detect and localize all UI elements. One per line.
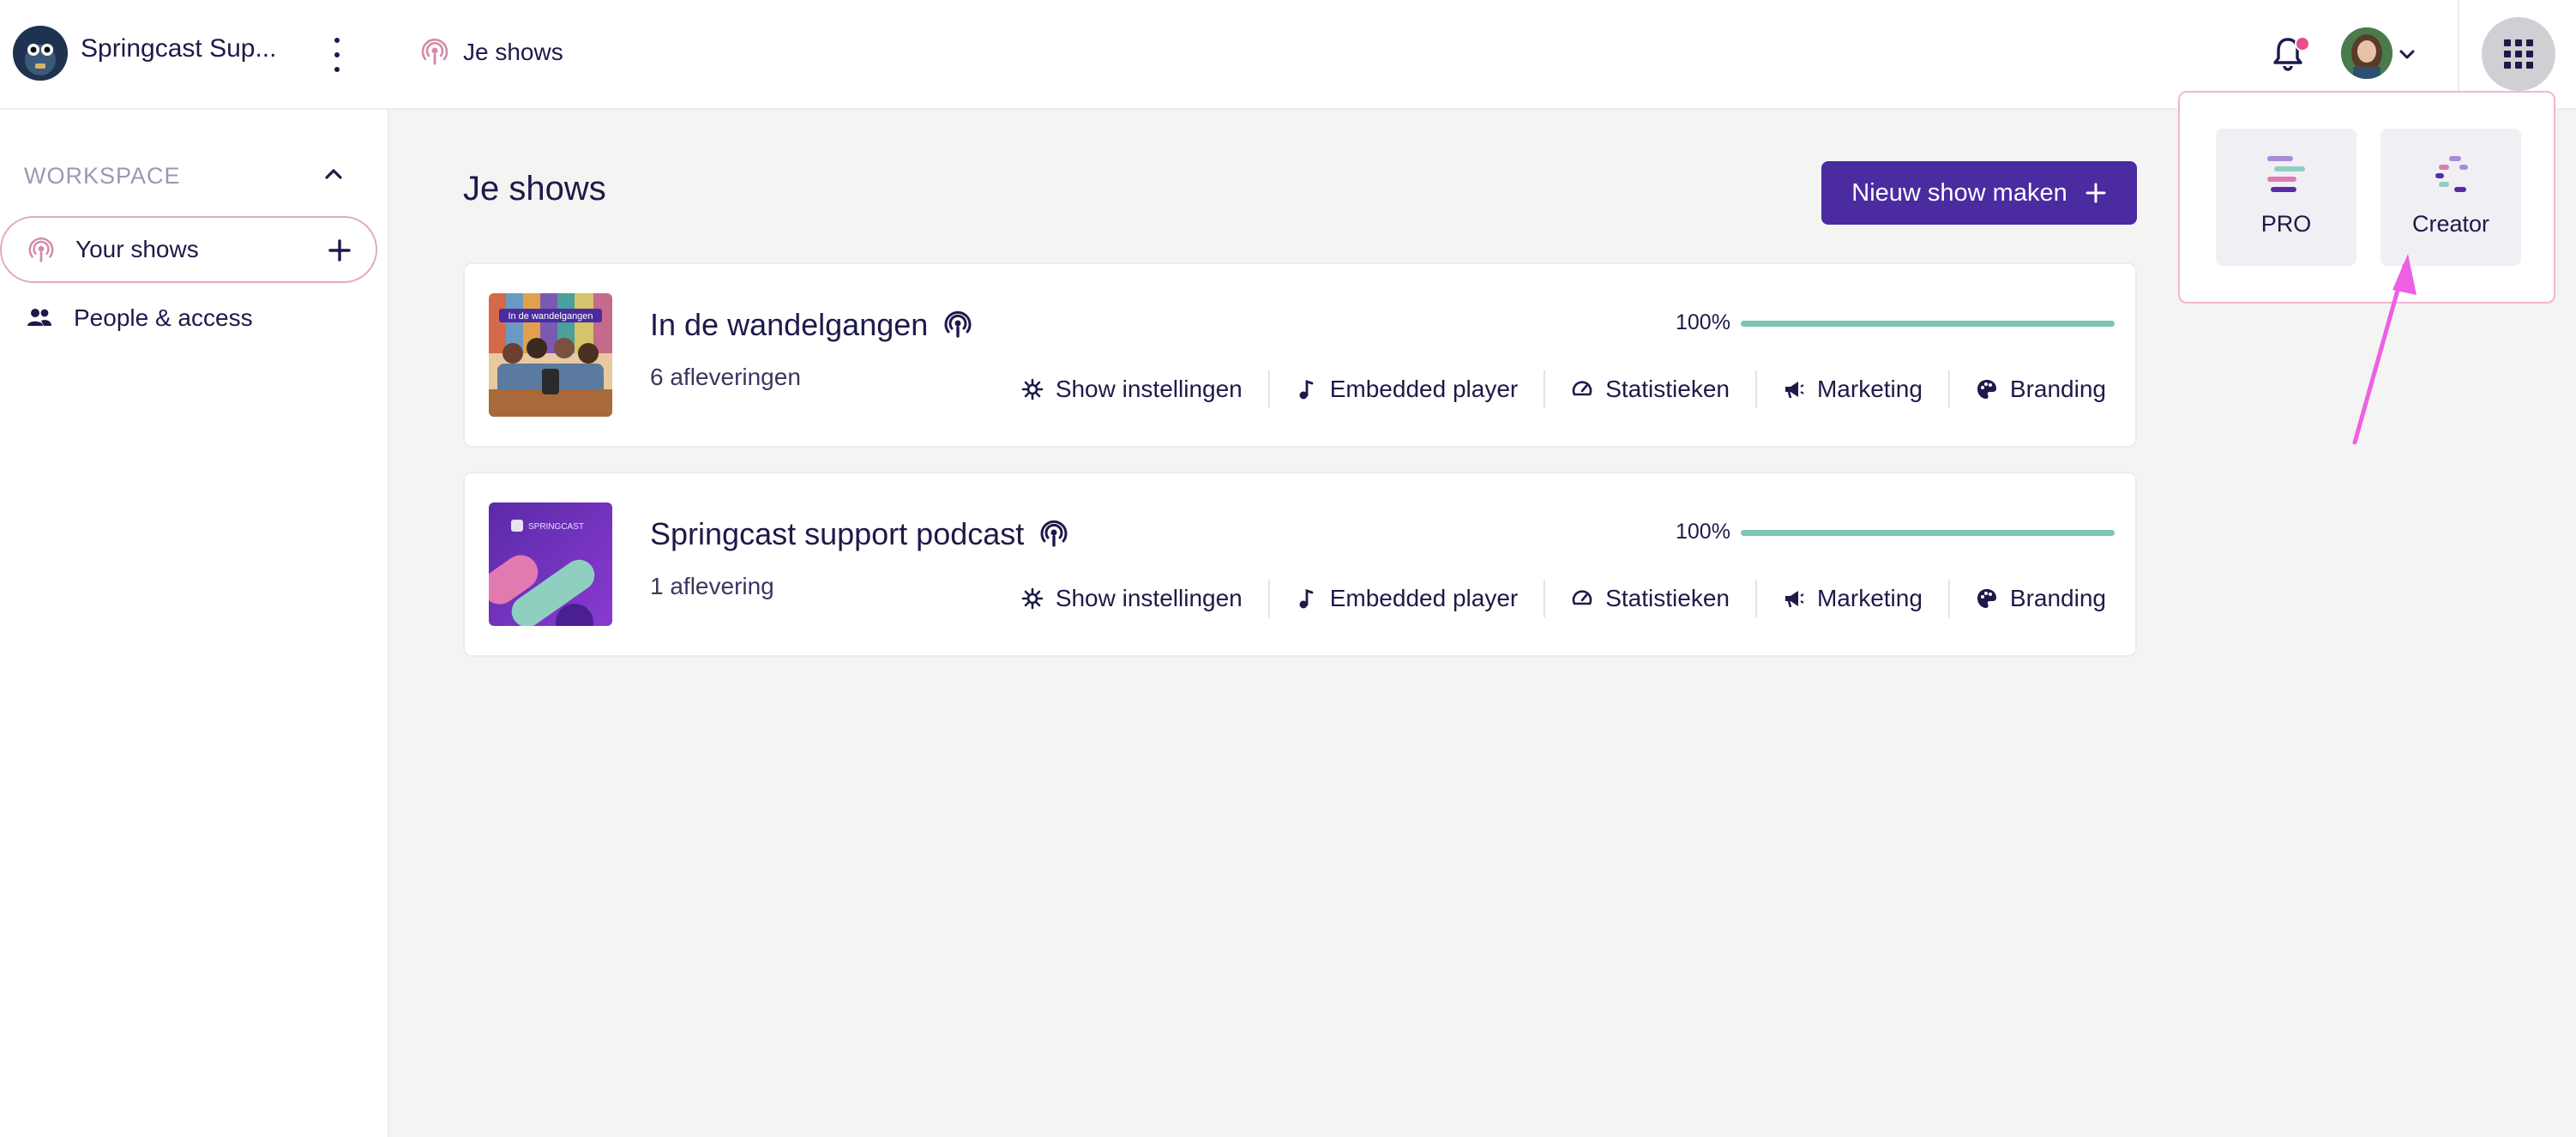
plus-icon <box>2085 183 2106 203</box>
sidebar-item-your-shows[interactable]: Your shows <box>0 216 377 283</box>
progress-bar <box>1741 530 2115 536</box>
marketing-link[interactable]: Marketing <box>1754 370 1948 408</box>
creator-logo-icon <box>2435 156 2468 192</box>
gauge-icon <box>1572 381 1592 396</box>
episode-count: 6 afleveringen <box>650 364 801 390</box>
show-cover-image[interactable]: SPRINGCAST <box>489 502 612 626</box>
podcast-icon <box>944 310 972 338</box>
show-actions: Show instellingen Embedded player Statis… <box>996 580 2106 617</box>
show-card[interactable]: In de wandelgangen In de wandelgangen 6 … <box>463 262 2137 448</box>
podcast-icon <box>421 39 448 65</box>
pro-logo-icon <box>2267 156 2305 192</box>
statistics-link[interactable]: Statistieken <box>1544 370 1755 408</box>
cover-caption: SPRINGCAST <box>528 522 584 532</box>
plus-icon[interactable] <box>324 235 355 266</box>
podcast-icon <box>28 237 54 262</box>
megaphone-icon <box>1785 591 1804 608</box>
gear-icon <box>1021 587 1044 610</box>
workspace-avatar[interactable] <box>13 26 68 81</box>
sidebar-item-label: Your shows <box>75 236 199 262</box>
chevron-up-icon[interactable] <box>321 161 346 187</box>
music-note-icon <box>1299 380 1314 400</box>
music-note-icon <box>1299 589 1314 609</box>
show-actions: Show instellingen Embedded player Statis… <box>996 370 2106 408</box>
show-cover-image[interactable]: In de wandelgangen <box>489 293 612 417</box>
podcast-icon <box>1040 520 1068 547</box>
page-title: Je shows <box>463 170 606 208</box>
statistics-link[interactable]: Statistieken <box>1544 580 1755 617</box>
app-label: Creator <box>2411 211 2490 237</box>
progress-label: 100% <box>1676 520 1730 544</box>
breadcrumb: Je shows <box>420 38 563 67</box>
palette-icon <box>1977 589 1996 608</box>
app-creator[interactable]: Creator <box>2380 129 2521 266</box>
breadcrumb-current[interactable]: Je shows <box>463 39 563 66</box>
cover-caption: In de wandelgangen <box>508 311 593 322</box>
show-settings-link[interactable]: Show instellingen <box>996 370 1268 408</box>
workspace-section-label: WORKSPACE <box>24 163 181 189</box>
show-settings-link[interactable]: Show instellingen <box>996 580 1268 617</box>
show-title-row[interactable]: In de wandelgangen <box>650 307 972 343</box>
marketing-link[interactable]: Marketing <box>1754 580 1948 617</box>
annotation-arrow-icon <box>2352 254 2417 445</box>
new-show-button[interactable]: Nieuw show maken <box>1821 161 2137 225</box>
episode-count: 1 aflevering <box>650 573 774 599</box>
more-options-icon[interactable] <box>324 38 350 72</box>
show-card[interactable]: SPRINGCAST Springcast support podcast 1 … <box>463 472 2137 657</box>
notification-badge <box>2295 36 2310 51</box>
user-avatar[interactable] <box>2341 27 2392 79</box>
show-title[interactable]: Springcast support podcast <box>650 516 1024 552</box>
sidebar: WORKSPACE Your shows People & access <box>0 110 389 1137</box>
megaphone-icon <box>1785 382 1804 399</box>
sidebar-item-people-access[interactable]: People & access <box>0 285 377 352</box>
workspace-name[interactable]: Springcast Sup... <box>81 34 276 63</box>
embedded-player-link[interactable]: Embedded player <box>1267 370 1544 408</box>
gear-icon <box>1021 378 1044 400</box>
progress-label: 100% <box>1676 310 1730 334</box>
embedded-player-link[interactable]: Embedded player <box>1267 580 1544 617</box>
branding-link[interactable]: Branding <box>1947 580 2106 617</box>
sidebar-item-label: People & access <box>74 304 253 331</box>
gauge-icon <box>1572 590 1592 605</box>
show-title-row[interactable]: Springcast support podcast <box>650 516 1068 552</box>
show-title[interactable]: In de wandelgangen <box>650 307 928 343</box>
grid-icon <box>2504 39 2533 69</box>
people-icon <box>27 309 51 326</box>
progress-bar <box>1741 321 2115 327</box>
app-pro[interactable]: PRO <box>2216 129 2356 266</box>
palette-icon <box>1977 380 1996 399</box>
chevron-down-icon[interactable] <box>2398 45 2417 63</box>
app-label: PRO <box>2260 211 2312 237</box>
apps-grid-button[interactable] <box>2482 17 2555 91</box>
new-show-button-label: Nieuw show maken <box>1851 178 2067 207</box>
branding-link[interactable]: Branding <box>1947 370 2106 408</box>
